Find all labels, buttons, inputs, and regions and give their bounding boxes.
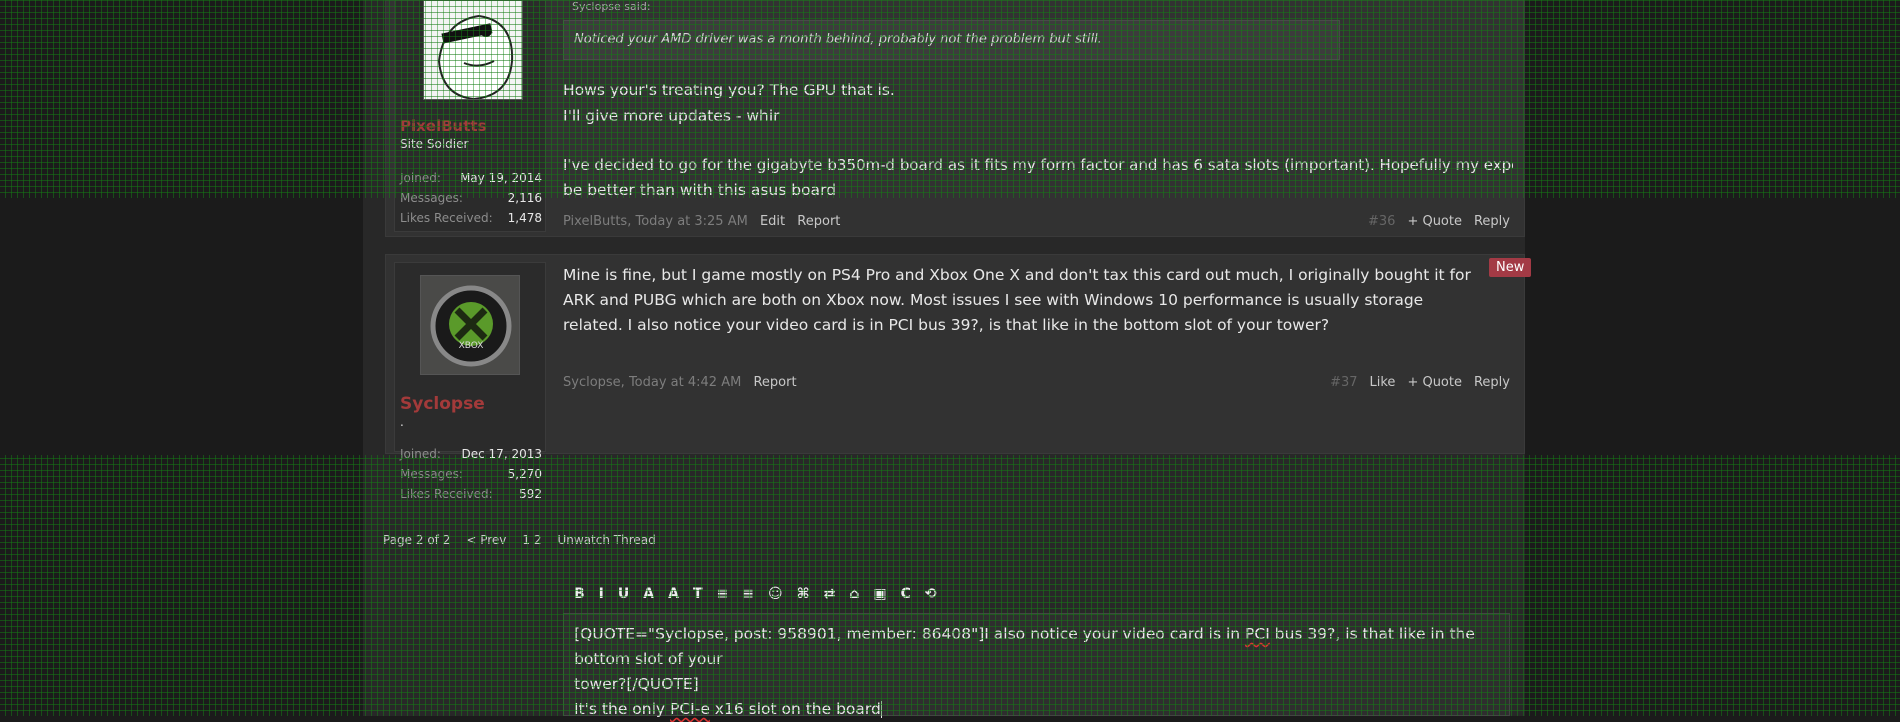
user-title: .: [400, 415, 404, 429]
stat-label: Joined:: [400, 447, 441, 461]
stat-label: Likes Received:: [400, 211, 493, 225]
post-36-line-4: be better than with this asus board: [563, 181, 836, 199]
stat-value: Dec 17, 2013: [461, 447, 542, 461]
page-nav: Page 2 of 2 < Prev 1 2 Unwatch Thread: [383, 533, 656, 547]
prev-link[interactable]: < Prev: [466, 533, 506, 547]
toolbar-button[interactable]: ⟲: [925, 586, 937, 608]
stat-likes: Likes Received: 1,478: [400, 211, 542, 225]
avatar[interactable]: [423, 0, 523, 100]
stat-messages: Messages: 5,270: [400, 467, 542, 481]
like-button[interactable]: Like: [1370, 375, 1396, 390]
stat-value: May 19, 2014: [459, 171, 542, 185]
post-36-actions: #36 + Quote Reply: [1368, 214, 1510, 229]
username[interactable]: PixelButts: [400, 117, 487, 135]
post-37-actions: #37 Like + Quote Reply: [1330, 375, 1510, 390]
toolbar-button[interactable]: ☺: [768, 586, 783, 608]
stat-value: 1,478: [507, 211, 542, 225]
editor-line-2: tower?[/QUOTE]: [574, 675, 699, 693]
editor-toolbar: B I U A A T ≡ ≡ ☺ ⌘ ⇄ ⌂ ▣ C ⟲: [574, 586, 937, 608]
user-title: Site Soldier: [400, 137, 469, 151]
editor-line-1: [QUOTE="Syclopse, post: 958901, member: …: [574, 622, 1501, 672]
toolbar-button[interactable]: U: [618, 586, 629, 608]
post-36-line-3: I've decided to go for the gigabyte b350…: [563, 156, 1513, 174]
page-links[interactable]: 1 2: [522, 533, 541, 547]
edit-link[interactable]: Edit: [760, 214, 785, 229]
spellcheck-word: PCI-e: [670, 700, 710, 718]
editor-text: x16 slot on the board: [709, 700, 881, 718]
avatar[interactable]: XBOX: [420, 275, 520, 375]
quote-header: Syclopse said:: [572, 0, 651, 13]
quote-button[interactable]: + Quote: [1407, 214, 1462, 229]
quote-button[interactable]: + Quote: [1407, 375, 1462, 390]
reply-button[interactable]: Reply: [1474, 214, 1510, 229]
unwatch-thread-link[interactable]: Unwatch Thread: [558, 533, 656, 547]
quote-block: Noticed your AMD driver was a month behi…: [563, 20, 1340, 60]
post-36-line-2: I'll give more updates - whir: [563, 107, 780, 125]
editor-text: [QUOTE="Syclopse, post: 958901, member: …: [574, 625, 1246, 643]
avatar-text: XBOX: [459, 341, 484, 351]
post-number[interactable]: #36: [1368, 214, 1395, 229]
toolbar-button[interactable]: ⌂: [849, 586, 859, 608]
stat-value: 5,270: [507, 467, 542, 481]
reply-editor[interactable]: [QUOTE="Syclopse, post: 958901, member: …: [563, 613, 1510, 718]
toolbar-button[interactable]: ≡: [717, 586, 729, 608]
stat-likes: Likes Received: 592: [400, 487, 542, 501]
stat-joined: Joined: Dec 17, 2013: [400, 447, 542, 461]
report-link[interactable]: Report: [753, 375, 796, 390]
toolbar-button[interactable]: T: [693, 586, 703, 608]
toolbar-button[interactable]: C: [901, 586, 911, 608]
editor-text: It's the only: [574, 700, 670, 718]
stat-messages: Messages: 2,116: [400, 191, 542, 205]
page-indicator: Page 2 of 2: [383, 533, 451, 547]
post-36-line-1: Hows your's treating you? The GPU that i…: [563, 81, 895, 99]
stat-label: Joined:: [400, 171, 441, 185]
toolbar-button[interactable]: A: [668, 586, 679, 608]
toolbar-button[interactable]: A: [643, 586, 654, 608]
report-link[interactable]: Report: [797, 214, 840, 229]
post-37-meta: Syclopse, Today at 4:42 AM Report: [563, 375, 797, 390]
xbox-logo-icon: XBOX: [421, 276, 519, 374]
spellcheck-word: PCI: [1245, 625, 1270, 643]
post-36-meta: PixelButts, Today at 3:25 AM Edit Report: [563, 214, 840, 229]
stat-value: 2,116: [507, 191, 542, 205]
meme-face-icon: [424, 1, 522, 99]
stat-label: Likes Received:: [400, 487, 493, 501]
text-caret: [880, 701, 882, 718]
toolbar-button[interactable]: ⇄: [824, 586, 836, 608]
username[interactable]: Syclopse: [400, 394, 485, 414]
toolbar-button[interactable]: I: [599, 586, 604, 608]
stat-label: Messages:: [400, 191, 463, 205]
toolbar-button[interactable]: ≡: [742, 586, 754, 608]
new-badge: New: [1489, 258, 1532, 277]
stat-label: Messages:: [400, 467, 463, 481]
reply-button[interactable]: Reply: [1474, 375, 1510, 390]
post-37-text: Mine is fine, but I game mostly on PS4 P…: [563, 266, 1471, 334]
toolbar-button[interactable]: ▣: [873, 586, 886, 608]
editor-line-3: It's the only PCI-e x16 slot on the boar…: [574, 697, 1501, 722]
stat-value: 592: [519, 487, 542, 501]
post-author-date[interactable]: PixelButts, Today at 3:25 AM: [563, 214, 748, 229]
post-author-date[interactable]: Syclopse, Today at 4:42 AM: [563, 375, 741, 390]
post-number[interactable]: #37: [1330, 375, 1357, 390]
toolbar-button[interactable]: ⌘: [797, 586, 810, 608]
toolbar-button[interactable]: B: [574, 586, 585, 608]
stat-joined: Joined: May 19, 2014: [400, 171, 542, 185]
